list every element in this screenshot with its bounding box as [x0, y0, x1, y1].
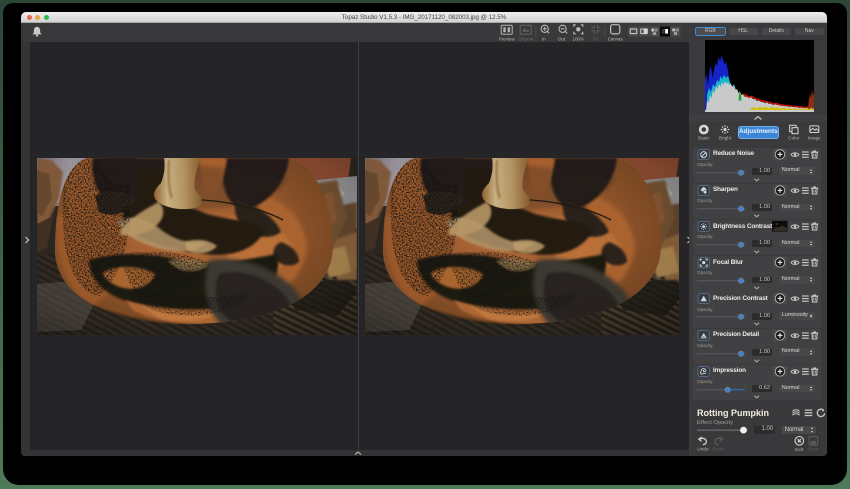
svg-text:Original: Original — [518, 36, 533, 41]
svg-text:Undo: Undo — [697, 446, 709, 452]
svg-text:Exit: Exit — [795, 447, 804, 453]
svg-text:Color: Color — [788, 136, 799, 141]
svg-text:Fit: Fit — [593, 36, 599, 41]
svg-text:Image: Image — [808, 136, 821, 141]
svg-text:Preview: Preview — [499, 36, 515, 41]
svg-text:Redo: Redo — [713, 446, 725, 452]
svg-text:Out: Out — [558, 36, 566, 41]
svg-text:Basic: Basic — [698, 136, 710, 141]
svg-text:Canvas: Canvas — [608, 36, 624, 41]
svg-text:In: In — [542, 36, 546, 41]
svg-text:Bright: Bright — [719, 136, 732, 141]
svg-text:100%: 100% — [573, 36, 584, 41]
svg-text:Save: Save — [808, 446, 819, 452]
